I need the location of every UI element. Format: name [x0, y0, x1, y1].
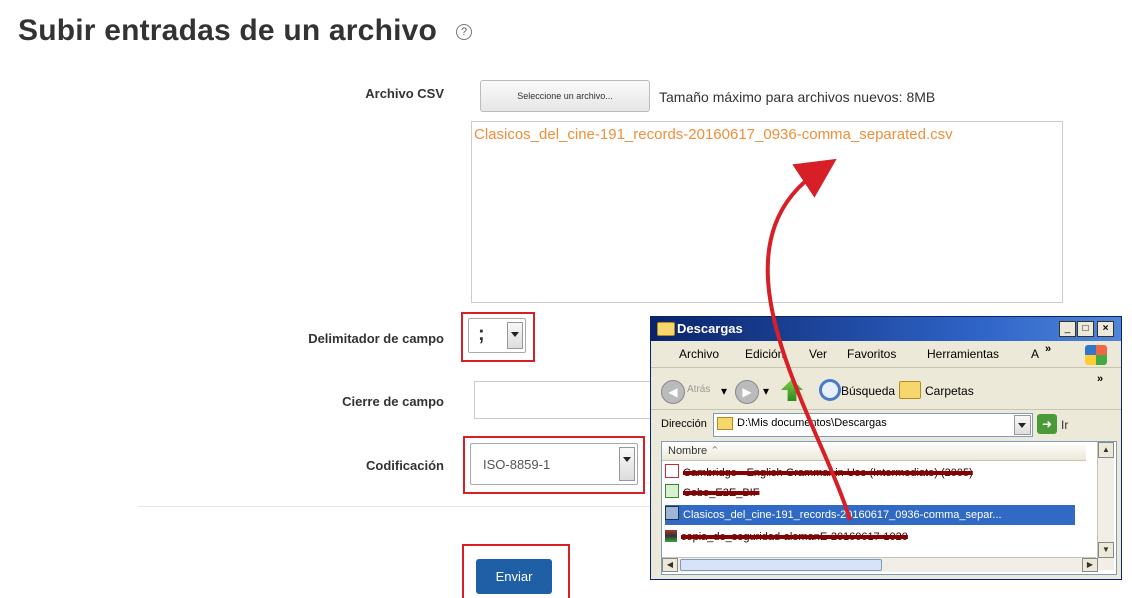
drag-arrow	[765, 158, 852, 521]
drag-arrow-path	[765, 158, 852, 521]
